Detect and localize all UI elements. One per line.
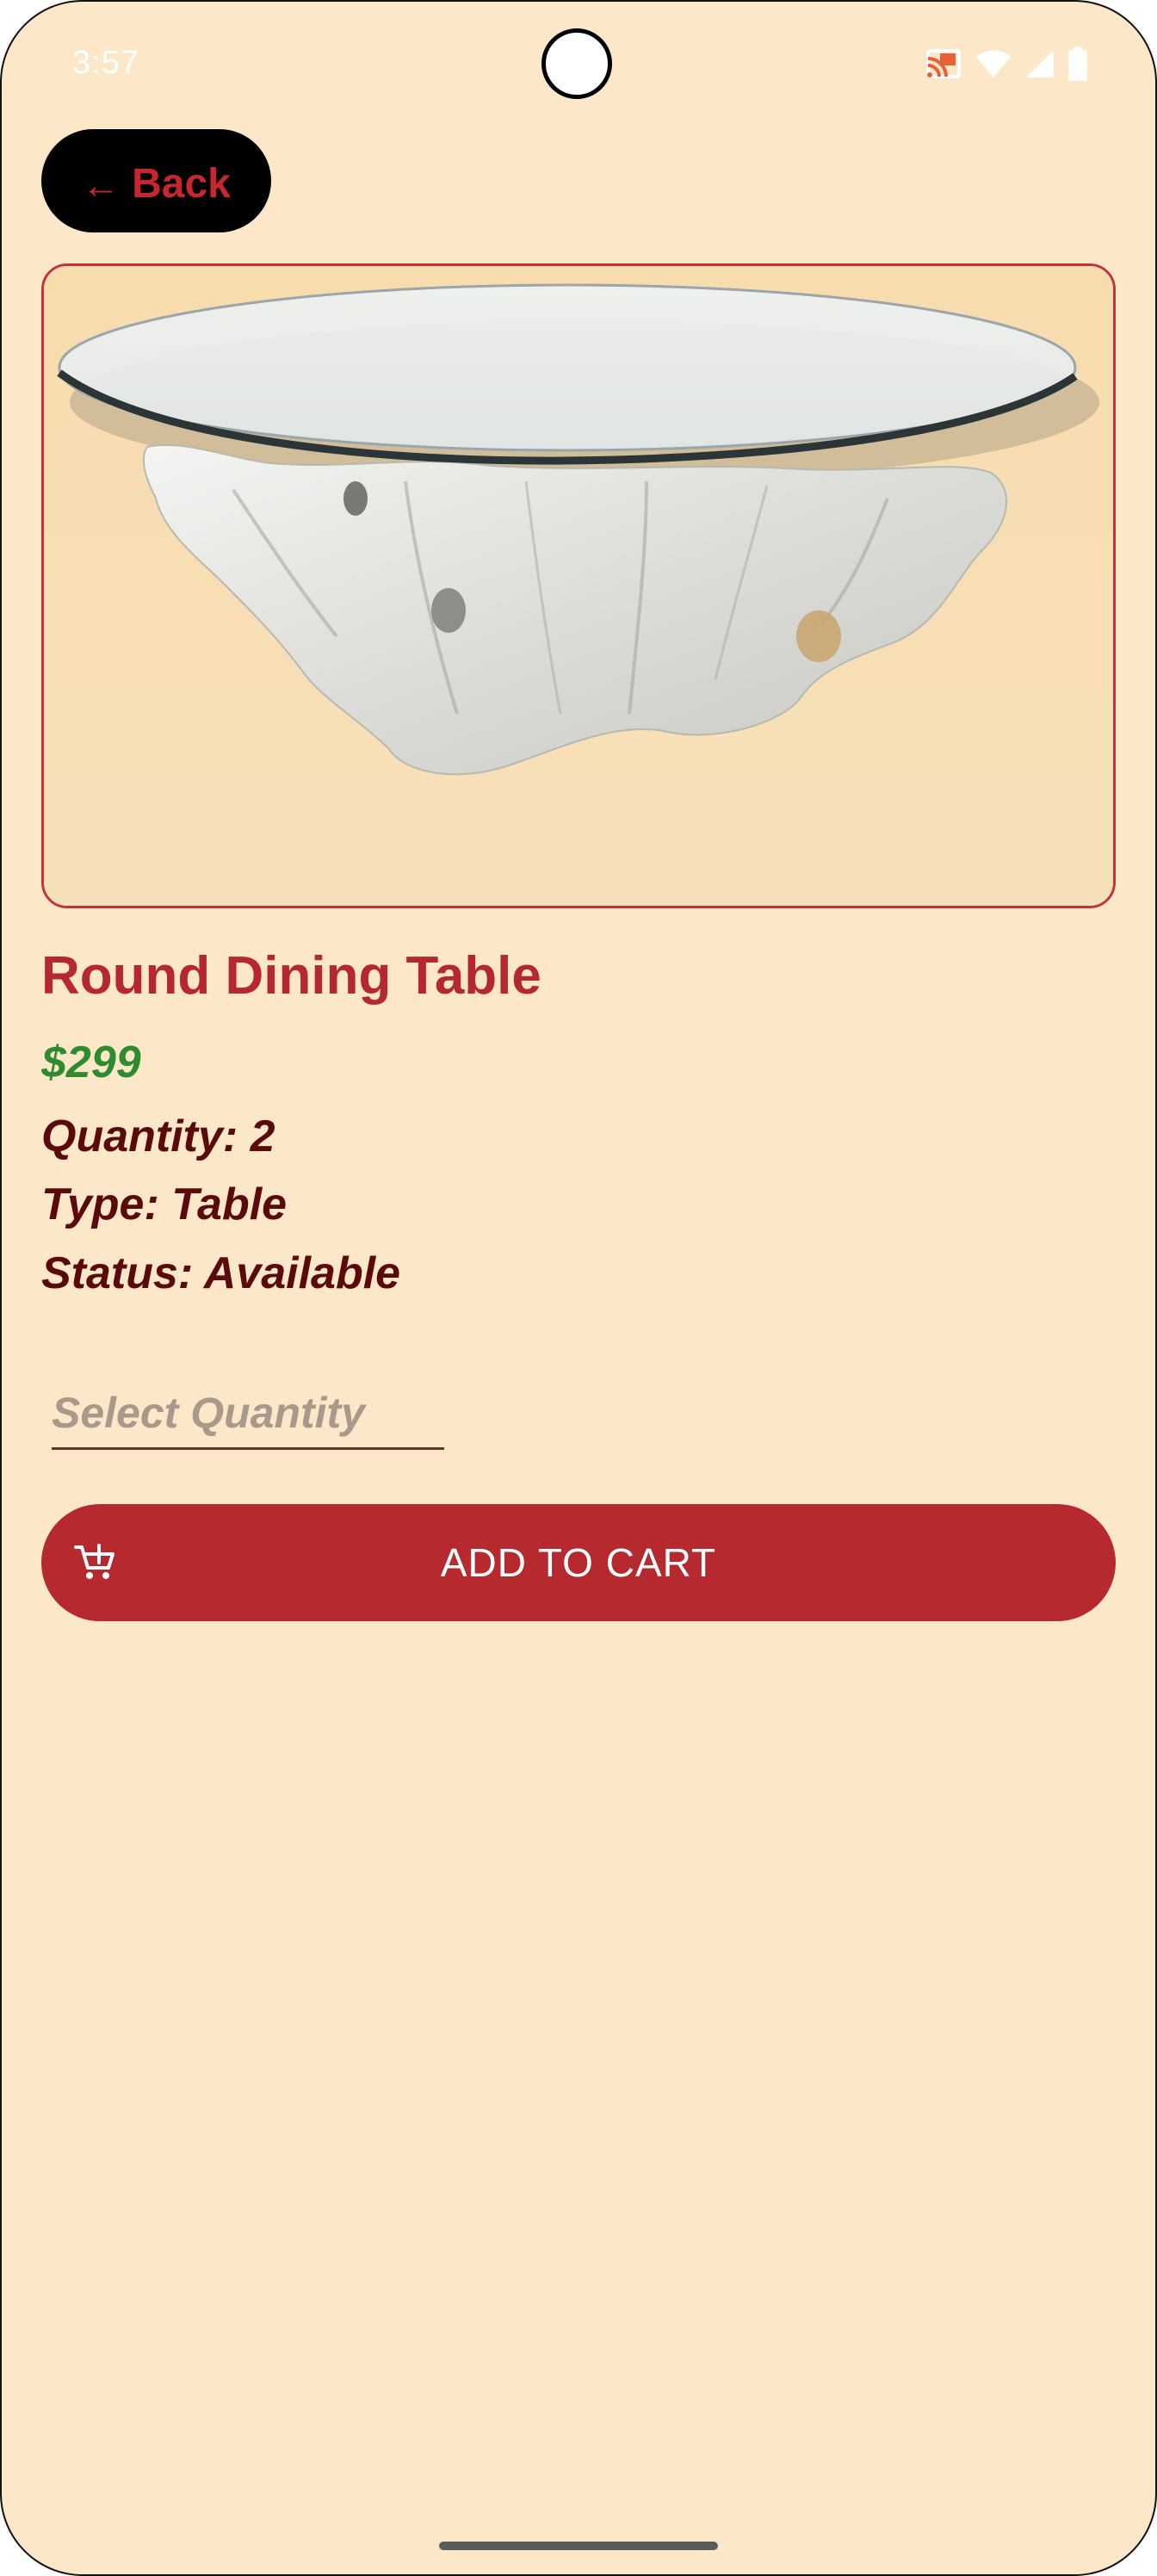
status-icons [925,46,1088,81]
back-button-label: Back [132,160,231,207]
product-title: Round Dining Table [41,946,541,1006]
status-time: 3:57 [72,45,139,81]
product-type: Type: Table [41,1180,288,1229]
home-indicator[interactable] [439,2542,718,2550]
back-arrow-icon: ← [82,164,121,207]
signal-icon [1024,48,1055,79]
add-shopping-cart-icon [74,1544,114,1579]
add-to-cart-button[interactable]: ADD TO CART [41,1504,1116,1621]
add-to-cart-label: ADD TO CART [440,1540,717,1585]
wifi-icon [974,48,1012,79]
battery-icon [1067,46,1088,81]
status-bar: 3:57 [0,0,1157,129]
product-image [41,263,1116,908]
product-status: Status: Available [41,1248,401,1298]
table-illustration [44,266,1113,906]
select-quantity-input[interactable] [52,1378,444,1450]
product-quantity: Quantity: 2 [41,1112,275,1161]
cast-icon [925,48,962,79]
app-screen: 3:57 ← Back Round Dining Table $299 Quan… [0,0,1157,2576]
camera-cutout [541,28,612,99]
product-price: $299 [41,1037,141,1087]
back-button[interactable]: ← Back [41,129,271,232]
